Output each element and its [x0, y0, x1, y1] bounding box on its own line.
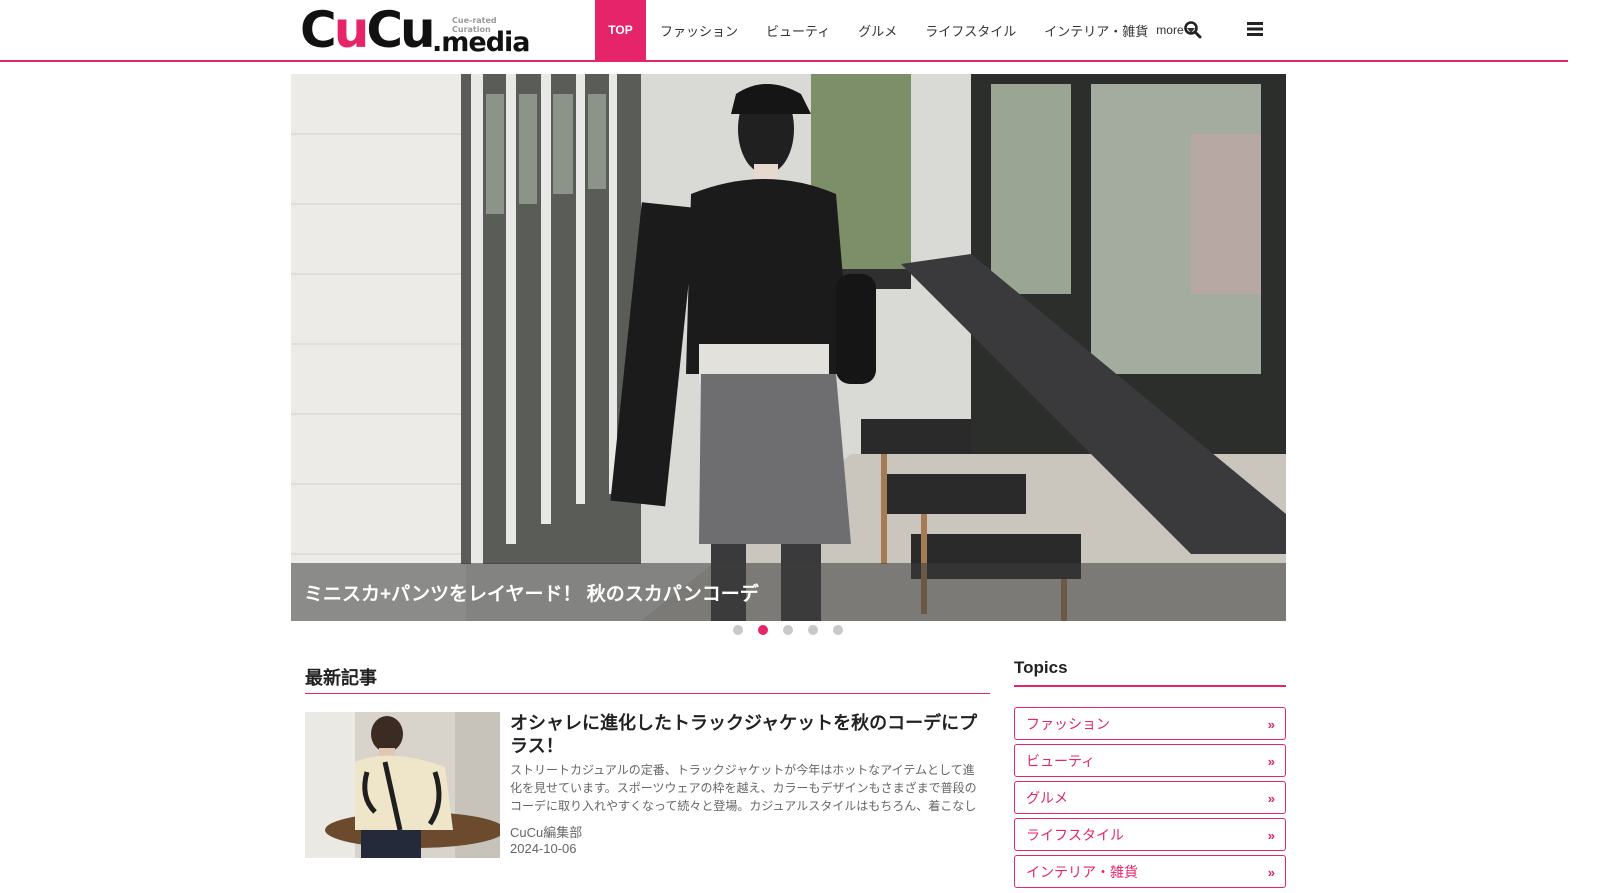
nav-item-interior[interactable]: インテリア・雑貨	[1030, 0, 1162, 60]
nav-item-lifestyle[interactable]: ライフスタイル	[911, 0, 1030, 60]
article-excerpt: ストリートカジュアルの定番、トラックジャケットが今年はホットなアイテムとして進化…	[510, 763, 977, 813]
double-chevron-right-icon: »	[1267, 717, 1275, 732]
double-chevron-right-icon: »	[1267, 865, 1275, 880]
hero-slider[interactable]: ミニスカ+パンツをレイヤード！ 秋のスカパンコーデ	[291, 74, 1286, 621]
hamburger-menu-icon[interactable]	[1246, 21, 1264, 37]
logo-tagline: Cue-rated Curation	[452, 16, 497, 34]
topic-fashion[interactable]: ファッション »	[1014, 707, 1286, 740]
topic-label: ライフスタイル	[1026, 826, 1124, 843]
topic-label: ファッション	[1026, 715, 1110, 732]
hero-caption[interactable]: ミニスカ+パンツをレイヤード！ 秋のスカパンコーデ	[291, 563, 1286, 621]
topic-interior[interactable]: インテリア・雑貨 »	[1014, 855, 1286, 888]
search-icon[interactable]	[1183, 20, 1203, 40]
nav-item-beauty[interactable]: ビューティ	[752, 0, 844, 60]
logo-wordmark: CuCu	[300, 1, 436, 59]
article-date: 2024-10-06	[510, 841, 577, 856]
slider-dot-5[interactable]	[833, 625, 843, 635]
latest-articles-heading: 最新記事	[305, 668, 377, 688]
article-thumbnail[interactable]	[305, 712, 500, 858]
article-card[interactable]: オシャレに進化したトラックジャケットを秋のコーデにプラス！ ストリートカジュアル…	[305, 712, 990, 858]
topic-lifestyle[interactable]: ライフスタイル »	[1014, 818, 1286, 851]
slider-dot-1[interactable]	[733, 625, 743, 635]
slider-dot-2[interactable]	[758, 625, 768, 635]
topic-label: インテリア・雑貨	[1026, 863, 1138, 880]
more-label: more	[1156, 23, 1184, 37]
latest-divider	[305, 693, 990, 694]
main-nav: TOP ファッション ビューティ グルメ ライフスタイル インテリア・雑貨 mo…	[595, 0, 1195, 60]
double-chevron-right-icon: »	[1267, 791, 1275, 806]
nav-item-gourmet[interactable]: グルメ	[844, 0, 911, 60]
topics-divider	[1014, 685, 1286, 687]
hero-photo	[291, 74, 1286, 621]
topics-heading: Topics	[1014, 658, 1068, 677]
site-header: CuCu .media Cue-rated Curation TOP ファッショ…	[0, 0, 1568, 62]
nav-item-fashion[interactable]: ファッション	[646, 0, 752, 60]
site-logo[interactable]: CuCu .media Cue-rated Curation	[300, 1, 531, 59]
article-author: CuCu編集部	[510, 825, 583, 840]
topic-beauty[interactable]: ビューティ »	[1014, 744, 1286, 777]
slider-dot-4[interactable]	[808, 625, 818, 635]
nav-item-top[interactable]: TOP	[595, 0, 646, 60]
double-chevron-right-icon: »	[1267, 754, 1275, 769]
topic-gourmet[interactable]: グルメ »	[1014, 781, 1286, 814]
slider-pagination	[733, 625, 843, 635]
double-chevron-right-icon: »	[1267, 828, 1275, 843]
topic-label: ビューティ	[1026, 752, 1096, 769]
article-title[interactable]: オシャレに進化したトラックジャケットを秋のコーデにプラス！	[510, 712, 985, 758]
slider-dot-3[interactable]	[783, 625, 793, 635]
topic-label: グルメ	[1026, 789, 1068, 806]
